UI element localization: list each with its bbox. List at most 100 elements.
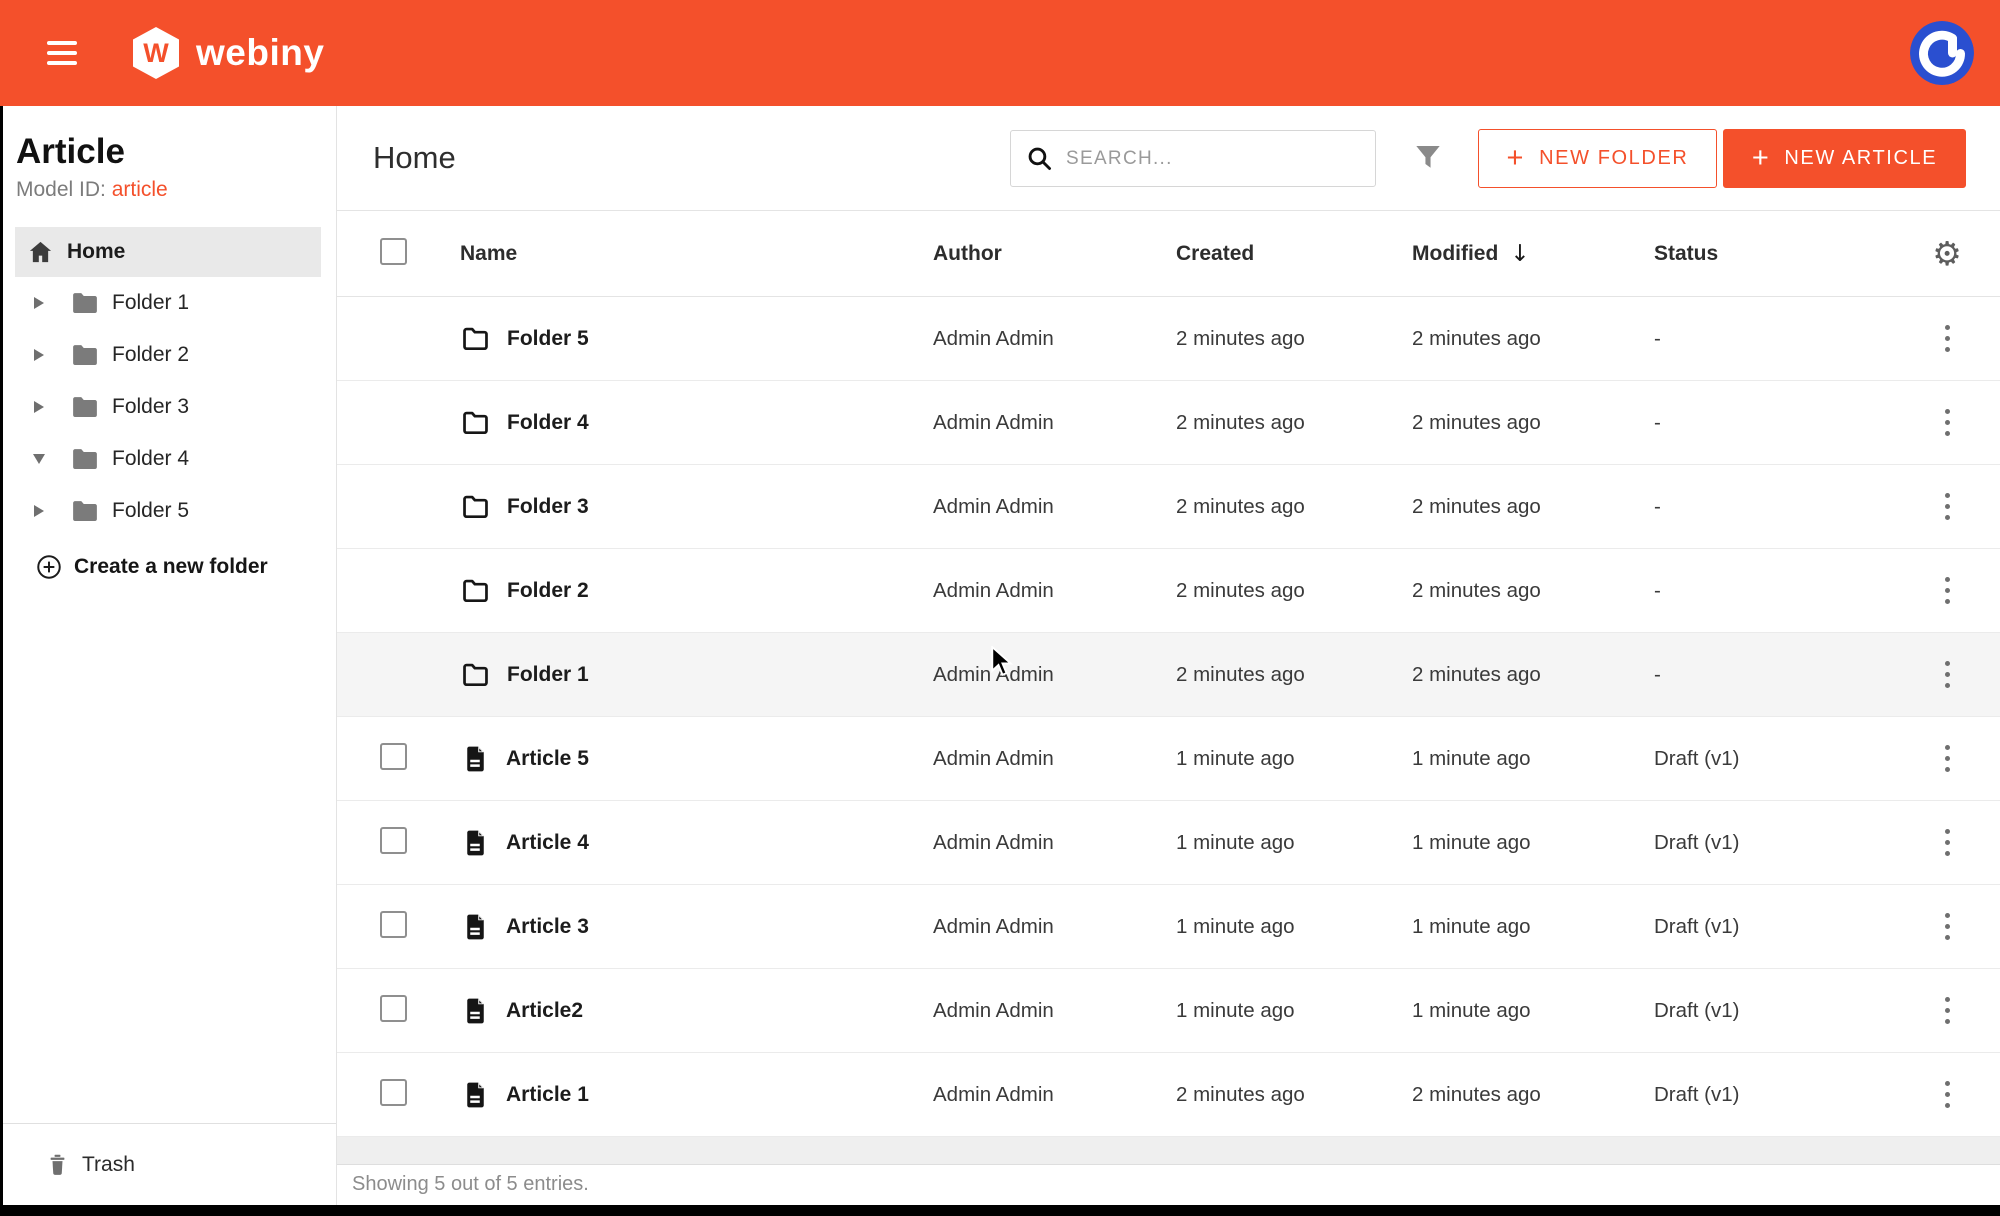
cell-select [380,995,460,1027]
sidebar-folder-item[interactable]: Folder 5 [0,485,336,537]
brand-name: webiny [196,32,324,74]
table-row[interactable]: Article 3Admin Admin1 minute ago1 minute… [337,885,2000,969]
folder-tree-list: Folder 1 Folder 2Folder 3Folder 4Folder 5 [0,277,336,537]
screen-edge-bottom [0,1205,2000,1216]
cell-select [380,1079,460,1111]
cell-author: Admin Admin [933,831,1176,855]
row-menu-kebab-icon[interactable] [1939,319,1956,358]
cell-status: - [1654,663,1894,687]
column-header-modified[interactable]: Modified ↓ [1412,241,1654,267]
row-checkbox[interactable] [380,995,407,1022]
webiny-logo: W webiny [133,27,324,79]
row-checkbox[interactable] [380,1079,407,1106]
model-id-label: Model ID: [16,178,106,201]
cell-name[interactable]: Article 3 [460,912,933,942]
table-row[interactable]: Folder 1Admin Admin2 minutes ago2 minute… [337,633,2000,717]
cell-select [380,827,460,859]
cell-modified: 2 minutes ago [1412,663,1654,687]
cell-name[interactable]: Folder 2 [460,575,933,606]
document-icon [460,1080,490,1110]
cell-author: Admin Admin [933,579,1176,603]
table-row[interactable]: Article2Admin Admin1 minute ago1 minute … [337,969,2000,1053]
row-name: Folder 1 [507,663,589,687]
table-row[interactable]: Folder 3Admin Admin2 minutes ago2 minute… [337,465,2000,549]
cell-author: Admin Admin [933,327,1176,351]
expand-arrow-icon[interactable] [32,349,46,361]
column-header-status[interactable]: Status [1654,242,1894,266]
search-input[interactable] [1066,147,1363,170]
cell-author: Admin Admin [933,1083,1176,1107]
table-row[interactable]: Article 4Admin Admin1 minute ago1 minute… [337,801,2000,885]
sidebar-folder-item[interactable]: Folder 1 [0,277,336,329]
user-avatar[interactable] [1910,21,1974,85]
table-row[interactable]: Folder 5Admin Admin2 minutes ago2 minute… [337,297,2000,381]
row-checkbox[interactable] [380,743,407,770]
table-row[interactable]: Folder 4Admin Admin2 minutes ago2 minute… [337,381,2000,465]
cell-status: - [1654,411,1894,435]
collapse-arrow-icon[interactable] [32,454,46,464]
logo-letter: W [143,40,168,67]
expand-arrow-icon[interactable] [32,297,46,309]
cell-name[interactable]: Folder 1 [460,659,933,690]
create-folder-button[interactable]: Create a new folder [0,543,336,591]
cell-author: Admin Admin [933,663,1176,687]
cell-name[interactable]: Article 4 [460,828,933,858]
cell-created: 2 minutes ago [1176,411,1412,435]
new-folder-label: NEW FOLDER [1539,147,1688,170]
new-article-button[interactable]: + NEW ARTICLE [1723,129,1966,188]
folder-icon [70,392,100,422]
cell-author: Admin Admin [933,747,1176,771]
row-checkbox[interactable] [380,911,407,938]
document-icon [460,912,490,942]
cell-actions [1894,487,2000,526]
trash-button[interactable]: Trash [0,1123,336,1205]
sidebar-folder-item[interactable]: Folder 4 [0,433,336,485]
model-title: Article [16,132,320,172]
search-box [1010,130,1376,187]
cell-modified: 2 minutes ago [1412,327,1654,351]
sidebar-item-home[interactable]: Home [15,227,321,277]
cell-name[interactable]: Article 1 [460,1080,933,1110]
row-menu-kebab-icon[interactable] [1939,655,1956,694]
cell-name[interactable]: Article2 [460,996,933,1026]
sidebar-folder-label: Folder 1 [112,291,189,315]
row-menu-kebab-icon[interactable] [1939,739,1956,778]
row-menu-kebab-icon[interactable] [1939,487,1956,526]
cell-name[interactable]: Article 5 [460,744,933,774]
expand-arrow-icon[interactable] [32,505,46,517]
new-folder-button[interactable]: + NEW FOLDER [1478,129,1717,188]
sidebar-folder-item[interactable]: Folder 3 [0,381,336,433]
table-row[interactable]: Article 5Admin Admin1 minute ago1 minute… [337,717,2000,801]
row-menu-kebab-icon[interactable] [1939,1075,1956,1114]
table-row[interactable]: Article 1Admin Admin2 minutes ago2 minut… [337,1053,2000,1137]
column-header-created[interactable]: Created [1176,242,1412,266]
page-title: Home [373,140,456,176]
row-menu-kebab-icon[interactable] [1939,571,1956,610]
filter-button[interactable] [1410,140,1446,176]
table-row[interactable]: Folder 2Admin Admin2 minutes ago2 minute… [337,549,2000,633]
row-menu-kebab-icon[interactable] [1939,823,1956,862]
row-menu-kebab-icon[interactable] [1939,403,1956,442]
table-settings-gear-icon[interactable]: ⚙ [1932,237,1962,270]
cell-name[interactable]: Folder 3 [460,491,933,522]
document-icon [460,996,490,1026]
column-header-author[interactable]: Author [933,242,1176,266]
column-header-name[interactable]: Name [460,242,933,266]
search-icon [1025,144,1054,173]
cell-name[interactable]: Folder 5 [460,323,933,354]
row-menu-kebab-icon[interactable] [1939,991,1956,1030]
row-checkbox[interactable] [380,827,407,854]
folder-icon [460,491,491,522]
horizontal-scrollbar-track[interactable] [337,1137,2000,1165]
select-all-checkbox[interactable] [380,238,407,265]
expand-arrow-icon[interactable] [32,401,46,413]
sidebar-folder-item[interactable]: Folder 2 [0,329,336,381]
entries-count-text: Showing 5 out of 5 entries. [352,1173,589,1196]
cell-status: - [1654,495,1894,519]
row-menu-kebab-icon[interactable] [1939,907,1956,946]
hamburger-menu-icon[interactable] [47,41,77,65]
row-name: Article 5 [506,747,589,771]
row-name: Folder 5 [507,327,589,351]
cell-name[interactable]: Folder 4 [460,407,933,438]
home-icon [27,239,54,266]
